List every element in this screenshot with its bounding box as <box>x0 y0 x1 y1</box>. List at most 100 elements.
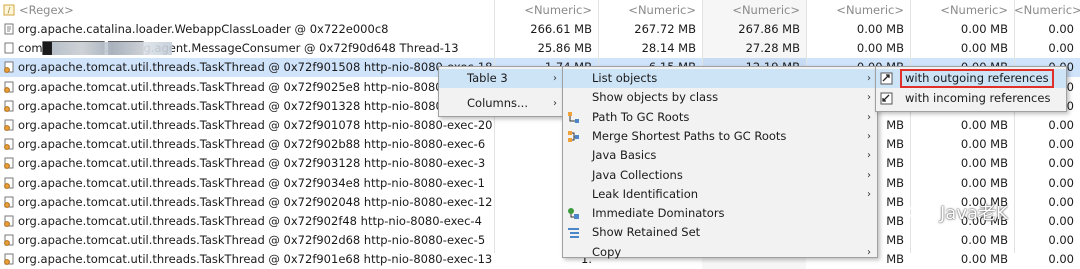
menu-item-columns[interactable]: Columns... › <box>439 94 563 113</box>
header-numeric-4[interactable]: <Numeric> <box>806 0 910 20</box>
cell-value: 0.00 MB <box>960 156 1008 171</box>
classloader-icon <box>4 23 14 35</box>
table-row[interactable]: org.apache.tomcat.util.threads.TaskThrea… <box>0 174 1080 193</box>
menu-item-immediate-dominators[interactable]: Immediate Dominators <box>563 204 877 223</box>
class-name-cell[interactable]: org.apache.tomcat.util.threads.TaskThrea… <box>0 97 494 116</box>
outgoing-references-icon <box>880 72 893 85</box>
table-row[interactable]: org.apache.catalina.loader.WebappClassLo… <box>0 20 1080 39</box>
menu-item-show-retained-set[interactable]: Show Retained Set <box>563 223 877 242</box>
table-row[interactable]: org.apache.tomcat.util.threads.TaskThrea… <box>0 135 1080 154</box>
cell-value: 0.00 MB <box>960 118 1008 132</box>
submenu-arrow-icon: › <box>867 130 871 142</box>
gc-path-icon <box>568 111 579 123</box>
class-name-cell[interactable]: org.apache.tomcat.util.threads.TaskThrea… <box>0 174 494 193</box>
menu-item-show-objects-by-class[interactable]: Show objects by class › <box>563 88 877 107</box>
table-header: / <Regex> <Numeric> <Numeric> <Numeric> … <box>0 0 1080 20</box>
thread-icon <box>4 215 14 227</box>
cell-value: 25.86 MB <box>537 41 592 56</box>
table-row[interactable]: org.apache.tomcat.util.threads.TaskThrea… <box>0 154 1080 173</box>
cell-value: 266.61 MB <box>530 22 592 36</box>
table-row[interactable]: org.apache.tomcat.util.threads.TaskThrea… <box>0 250 1080 269</box>
submenu-arrow-icon: › <box>867 169 871 181</box>
class-name-cell[interactable]: org.apache.tomcat.util.threads.TaskThrea… <box>0 212 494 231</box>
class-name-cell[interactable]: org.apache.tomcat.util.threads.TaskThrea… <box>0 135 494 154</box>
object-name: org.apache.tomcat.util.threads.TaskThrea… <box>18 60 493 75</box>
numeric-cell: 0.00 MB <box>806 20 910 39</box>
object-name: org.apache.tomcat.util.threads.TaskThrea… <box>18 214 482 228</box>
header-numeric-5[interactable]: <Numeric> <box>910 0 1014 20</box>
class-name-cell[interactable]: org.apache.tomcat.util.threads.TaskThrea… <box>0 231 494 250</box>
object-name: org.apache.tomcat.util.threads.TaskThrea… <box>18 118 493 132</box>
header-numeric-1[interactable]: <Numeric> <box>494 0 598 20</box>
menu-item-label: Path To GC Roots <box>592 109 690 124</box>
header-class-name[interactable]: / <Regex> <box>0 0 494 20</box>
header-numeric-2[interactable]: <Numeric> <box>598 0 702 20</box>
menu-item-list-objects[interactable]: List objects › <box>563 69 877 88</box>
menu-item-label: Columns... <box>467 96 528 110</box>
object-name: org.apache.tomcat.util.threads.TaskThrea… <box>18 175 485 190</box>
header-numeric-6[interactable]: <Numeric> <box>1014 0 1080 20</box>
class-name-cell[interactable]: org.apache.tomcat.util.threads.TaskThrea… <box>0 78 494 97</box>
incoming-references-icon <box>880 92 893 105</box>
menu-item-label: Show objects by class <box>592 90 719 105</box>
menu-item-label: Leak Identification <box>592 186 699 201</box>
table-row[interactable]: org.apache.tomcat.util.threads.TaskThrea… <box>0 231 1080 250</box>
thread-icon <box>4 234 14 247</box>
thread-icon <box>4 81 14 93</box>
header-regex[interactable]: <Regex> <box>19 0 74 20</box>
thread-icon <box>4 196 14 208</box>
class-name-cell[interactable]: org.apache.tomcat.util.threads.TaskThrea… <box>0 154 494 173</box>
menu-item-java-basics[interactable]: Java Basics › <box>563 146 877 165</box>
class-name-cell[interactable]: org.apache.tomcat.util.threads.TaskThrea… <box>0 58 494 77</box>
cell-value: 0.00 MB <box>960 41 1008 56</box>
menu-item-path-to-gc-roots[interactable]: Path To GC Roots › <box>563 108 877 127</box>
watermark-text: Java老K <box>940 203 1008 224</box>
menu-item-label: Java Collections <box>592 167 683 182</box>
numeric-cell: 0.00 MB <box>806 39 910 58</box>
column-divider <box>494 0 495 253</box>
numeric-cell: 266.61 MB <box>494 20 598 39</box>
cell-value: 0.00 <box>1048 41 1074 56</box>
numeric-cell: 0.00 <box>1014 154 1080 173</box>
regex-filter-icon: / <box>3 4 15 16</box>
class-name-cell[interactable]: org.apache.tomcat.util.threads.TaskThrea… <box>0 250 494 269</box>
menu-item-with-outgoing-references[interactable]: with outgoing references <box>876 69 1066 88</box>
cell-value: 0.00 <box>1048 137 1074 152</box>
class-name-cell[interactable]: com███████.████g.agent.MessageConsumer @… <box>0 39 494 58</box>
menu-item-label: with outgoing references <box>900 69 1054 88</box>
cell-value: 267.86 MB <box>738 22 800 36</box>
watermark: Java老K <box>908 196 1068 232</box>
numeric-cell: 0.00 MB <box>910 20 1014 39</box>
menu-item-leak-identification[interactable]: Leak Identification › <box>563 185 877 204</box>
numeric-cell: 28.14 MB <box>598 39 702 58</box>
menu-item-copy[interactable]: Copy › <box>563 243 877 262</box>
table-row[interactable]: org.apache.tomcat.util.threads.TaskThrea… <box>0 116 1080 135</box>
thread-icon <box>4 100 14 112</box>
context-menu: Table 3 › Columns... › <box>438 66 564 117</box>
cell-value: 0.00 <box>1048 22 1074 36</box>
object-name: org.apache.tomcat.util.threads.TaskThrea… <box>18 156 486 171</box>
class-name-cell[interactable]: org.apache.catalina.loader.WebappClassLo… <box>0 20 494 39</box>
numeric-cell: 0.00 <box>1014 116 1080 135</box>
table-submenu: List objects › Show objects by class › Path … <box>562 66 878 259</box>
table-row[interactable]: com███████.████g.agent.MessageConsumer @… <box>0 39 1080 58</box>
numeric-cell: 0.00 <box>1014 231 1080 250</box>
object-name: org.apache.tomcat.util.threads.TaskThrea… <box>18 233 486 248</box>
menu-item-java-collections[interactable]: Java Collections › <box>563 166 877 185</box>
cell-value: MB <box>886 194 904 209</box>
class-name-cell[interactable]: org.apache.tomcat.util.threads.TaskThrea… <box>0 193 494 212</box>
class-name-cell[interactable]: org.apache.tomcat.util.threads.TaskThrea… <box>0 116 494 135</box>
cell-value: MB <box>886 118 904 132</box>
menu-item-with-incoming-references[interactable]: with incoming references <box>876 89 1066 108</box>
numeric-cell: 0.00 MB <box>910 154 1014 173</box>
menu-item-merge-shortest-paths-to-gc-roots[interactable]: Merge Shortest Paths to GC Roots › <box>563 127 877 146</box>
thread-icon <box>4 119 14 131</box>
cell-value: 27.28 MB <box>745 41 800 56</box>
cell-value: MB <box>886 156 904 171</box>
menu-item-label: Show Retained Set <box>592 225 701 240</box>
menu-item-table-3[interactable]: Table 3 › <box>439 69 563 88</box>
header-numeric-3[interactable]: <Numeric> <box>702 0 806 20</box>
submenu-arrow-icon: › <box>867 188 871 200</box>
cell-value: 0.00 <box>1048 233 1074 248</box>
submenu-arrow-icon: › <box>867 92 871 104</box>
